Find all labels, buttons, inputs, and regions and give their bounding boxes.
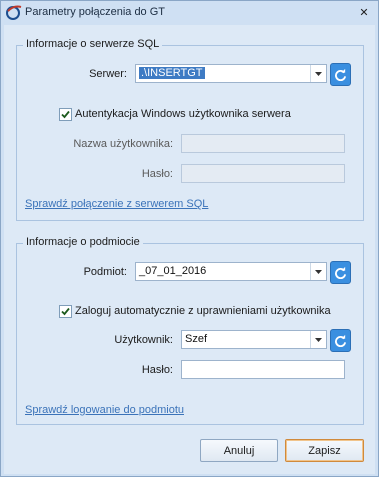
entity-info-legend: Informacje o podmiocie — [23, 236, 143, 248]
dialog-body: Informacje o serwerze SQL Serwer: .\INSE… — [4, 25, 375, 474]
server-info-legend: Informacje o serwerze SQL — [23, 38, 163, 50]
close-button[interactable]: ✕ — [356, 4, 372, 20]
chevron-down-icon[interactable] — [310, 65, 326, 82]
chevron-down-icon[interactable] — [310, 263, 326, 280]
dialog-window: Parametry połączenia do GT ✕ Informacje … — [0, 0, 379, 477]
app-logo-icon — [5, 3, 23, 21]
refresh-users-button[interactable] — [330, 329, 351, 352]
server-combo[interactable]: .\INSERTGT — [135, 64, 327, 83]
refresh-entities-button[interactable] — [330, 261, 351, 284]
save-button[interactable]: Zapisz — [285, 439, 364, 462]
auto-login-label: Zaloguj automatycznie z uprawnieniami uż… — [75, 305, 331, 317]
refresh-icon — [335, 68, 347, 81]
refresh-icon — [335, 334, 347, 347]
entity-label: Podmiot: — [83, 266, 127, 278]
server-label: Serwer: — [89, 68, 127, 80]
cancel-button[interactable]: Anuluj — [200, 439, 278, 462]
check-sql-connection-link[interactable]: Sprawdź połączenie z serwerem SQL — [25, 198, 208, 210]
user-value: Szef — [185, 333, 208, 345]
windows-auth-label: Autentykacja Windows użytkownika serwera — [75, 108, 291, 120]
check-entity-login-link[interactable]: Sprawdź logowanie do podmiotu — [25, 404, 184, 416]
entity-info-group: Informacje o podmiocie Podmiot: _07_01_2… — [16, 236, 364, 425]
server-password-field — [181, 164, 345, 183]
user-label: Użytkownik: — [114, 334, 173, 346]
windows-auth-checkbox[interactable] — [59, 108, 72, 121]
server-info-group: Informacje o serwerze SQL Serwer: .\INSE… — [16, 38, 364, 221]
checkmark-icon — [61, 307, 70, 316]
checkmark-icon — [61, 110, 70, 119]
entity-password-field[interactable] — [181, 360, 345, 379]
server-value: .\INSERTGT — [139, 67, 205, 79]
window-title: Parametry połączenia do GT — [25, 6, 166, 18]
close-icon: ✕ — [359, 6, 369, 19]
chevron-down-icon[interactable] — [310, 331, 326, 348]
auto-login-checkbox[interactable] — [59, 305, 72, 318]
entity-value: _07_01_2016 — [139, 265, 207, 277]
server-password-label: Hasło: — [141, 168, 173, 180]
username-field — [181, 134, 345, 153]
entity-combo[interactable]: _07_01_2016 — [135, 262, 327, 281]
title-bar[interactable]: Parametry połączenia do GT ✕ — [1, 1, 378, 25]
refresh-servers-button[interactable] — [330, 63, 351, 86]
username-label: Nazwa użytkownika: — [73, 138, 173, 150]
entity-password-label: Hasło: — [141, 364, 173, 376]
refresh-icon — [335, 266, 347, 279]
user-combo[interactable]: Szef — [181, 330, 327, 349]
